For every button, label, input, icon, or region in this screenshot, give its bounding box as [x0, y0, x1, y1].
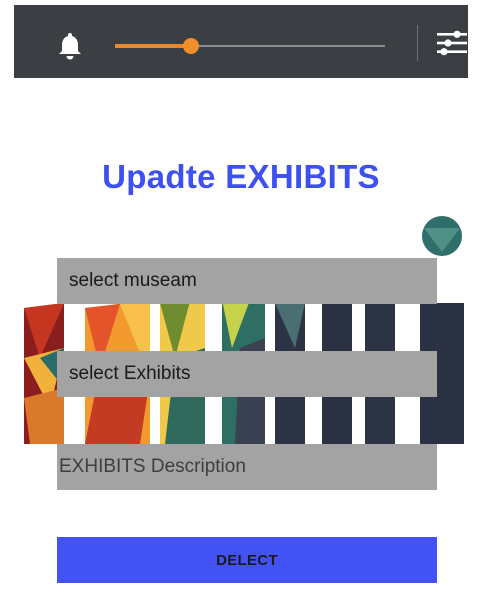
delect-button[interactable]: DELECT — [57, 537, 437, 583]
toolbar-divider — [417, 25, 418, 61]
sliders-icon[interactable] — [435, 27, 469, 64]
museum-select[interactable]: select museam — [57, 258, 437, 304]
volume-slider[interactable] — [115, 38, 385, 54]
exhibits-select[interactable]: select Exhibits — [57, 351, 437, 397]
description-field[interactable]: EXHIBITS Description — [57, 444, 437, 490]
page-title: Upadte EXHIBITS — [102, 158, 380, 195]
slider-fill — [115, 44, 191, 48]
top-toolbar — [14, 5, 468, 78]
museum-logo-illustration — [24, 216, 464, 448]
bell-icon[interactable] — [54, 29, 86, 66]
slider-thumb[interactable] — [182, 38, 199, 54]
